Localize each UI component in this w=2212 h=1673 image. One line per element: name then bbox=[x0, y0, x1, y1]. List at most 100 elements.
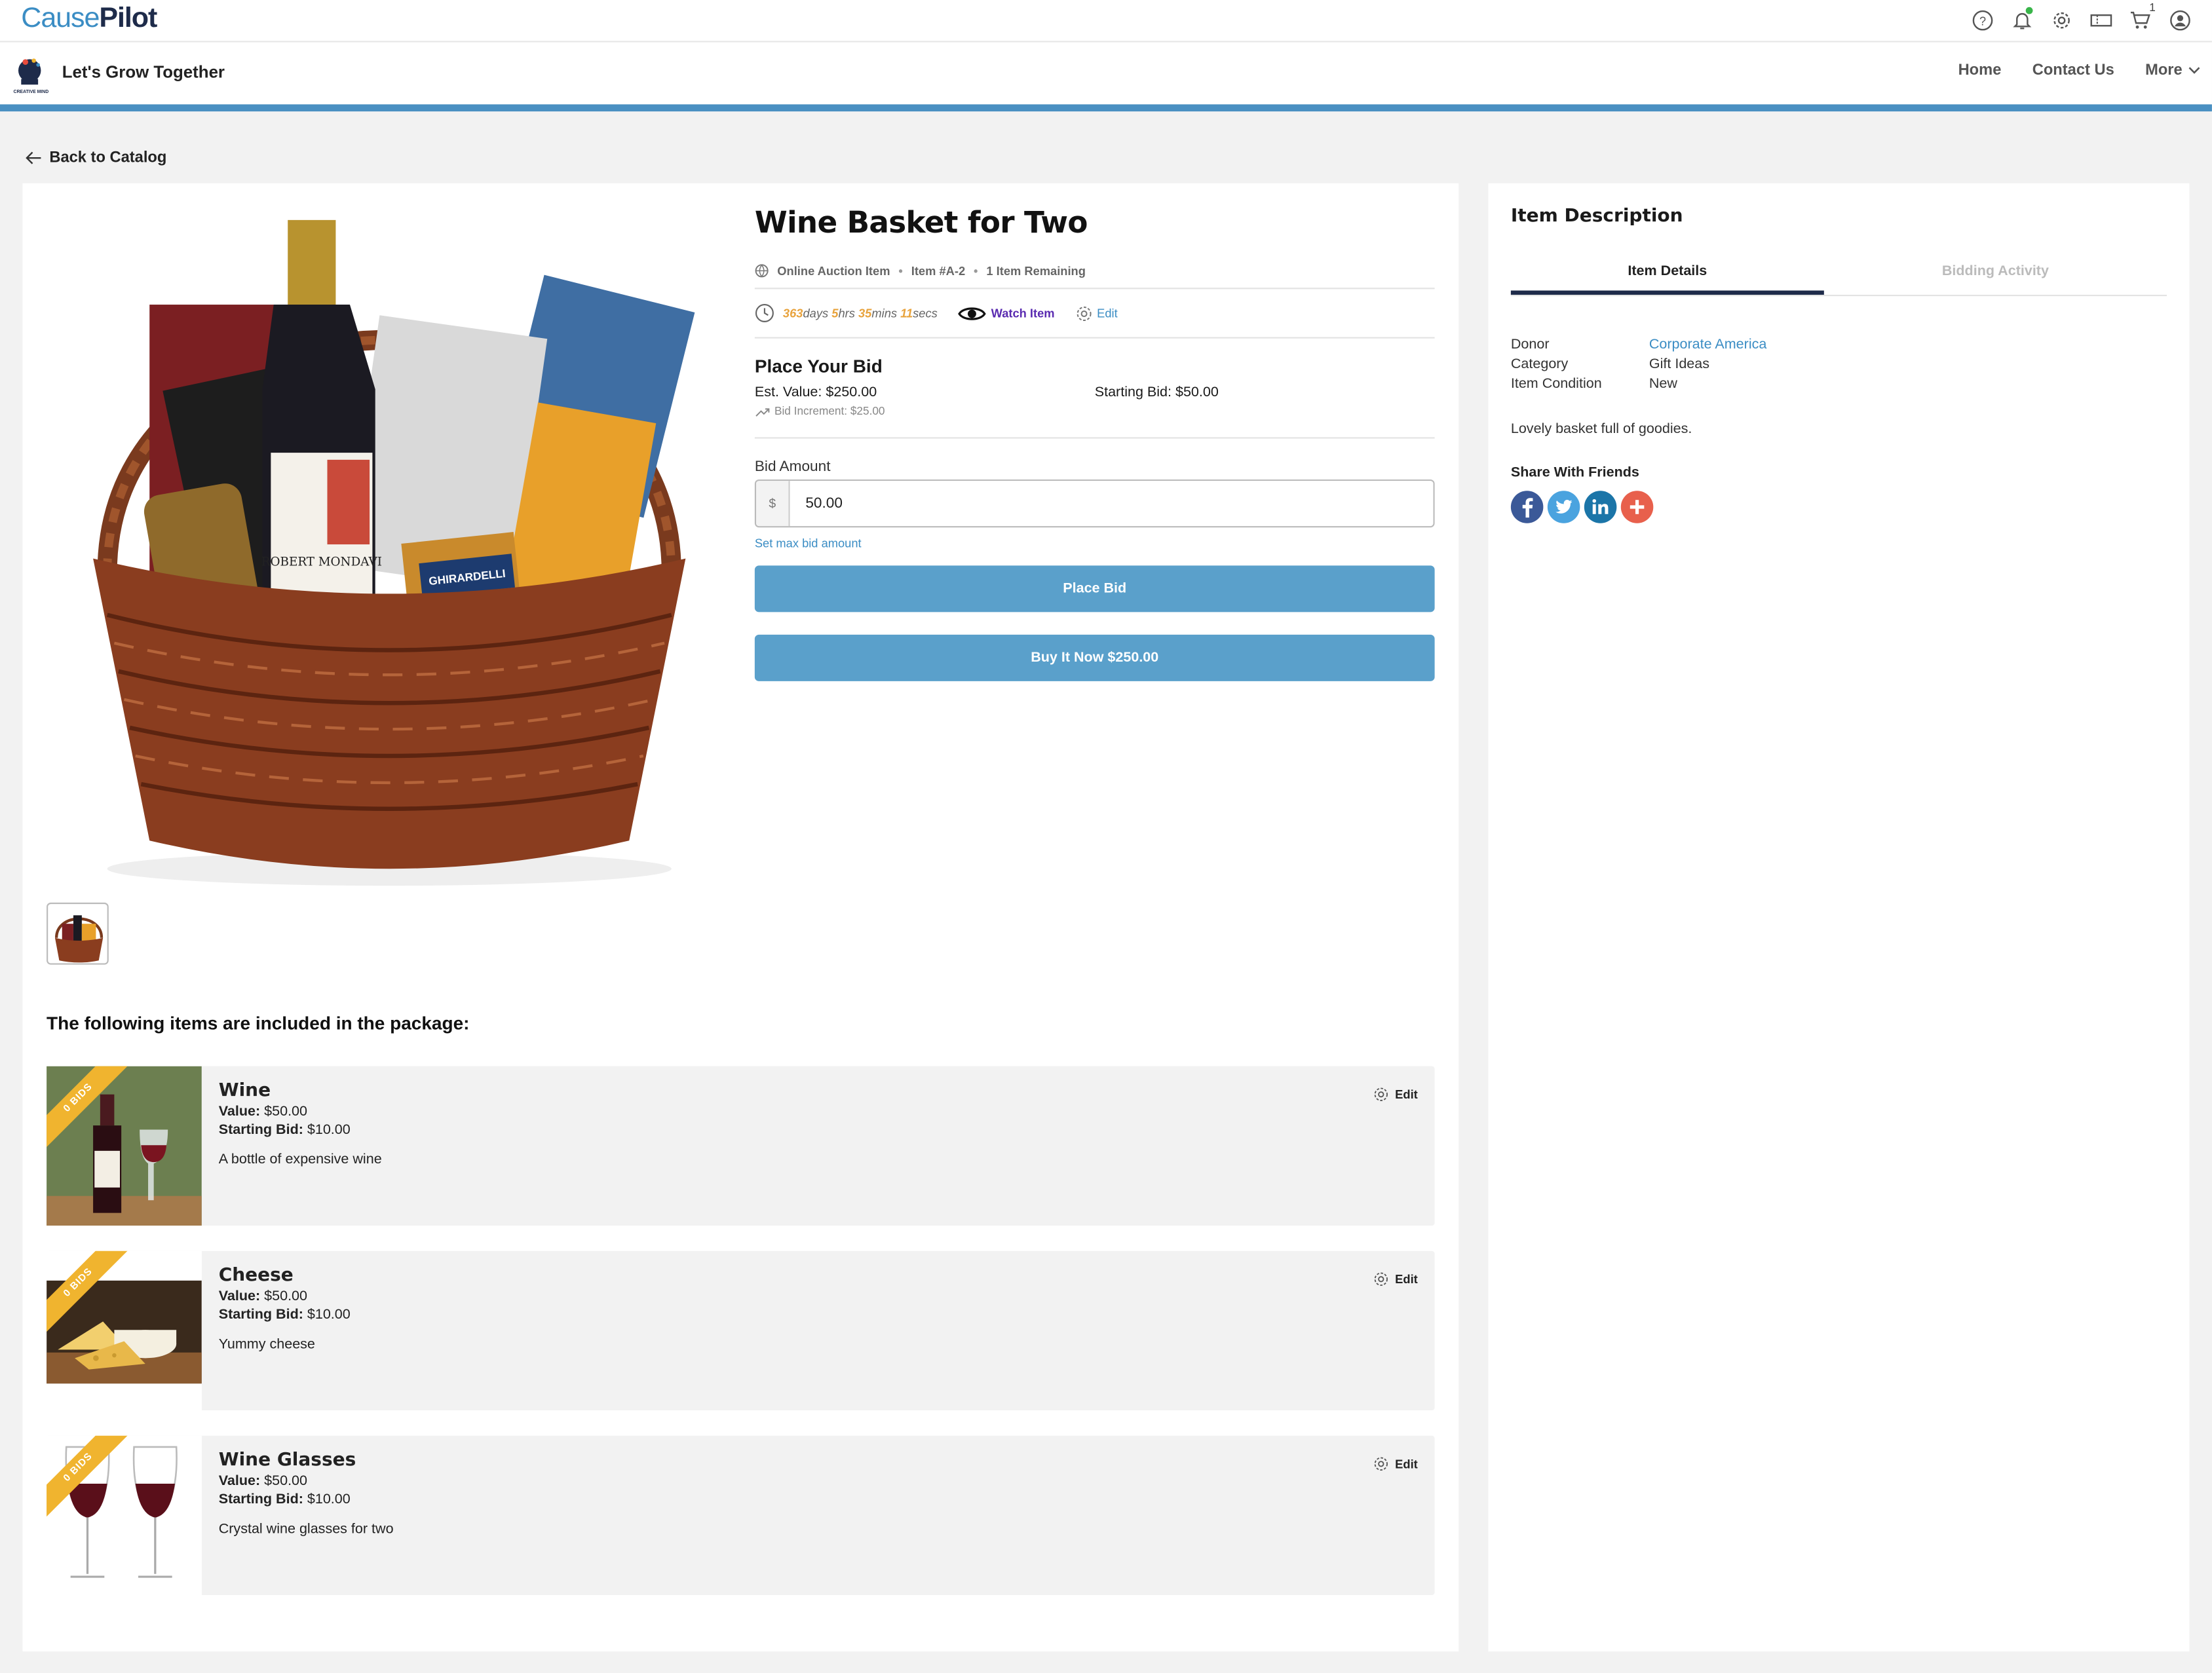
trend-up-icon bbox=[755, 407, 770, 416]
package-item-edit-label: Edit bbox=[1395, 1272, 1418, 1287]
currency-addon: $ bbox=[756, 481, 790, 527]
help-icon[interactable]: ? bbox=[1970, 7, 1995, 33]
gear-icon bbox=[1374, 1087, 1388, 1101]
item-hero-image: ROBERT MONDAVI GHIRARDELLI bbox=[51, 206, 728, 897]
package-item-image: 0 BIDS bbox=[47, 1435, 202, 1596]
back-label: Back to Catalog bbox=[49, 149, 167, 167]
package-item-description: A bottle of expensive wine bbox=[218, 1152, 382, 1168]
buy-it-now-button[interactable]: Buy It Now $250.00 bbox=[754, 634, 1435, 681]
nav-contact[interactable]: Contact Us bbox=[2032, 62, 2114, 79]
gear-icon bbox=[1374, 1457, 1388, 1471]
nav-home[interactable]: Home bbox=[1958, 62, 2002, 79]
cart-count: 1 bbox=[2149, 1, 2156, 14]
package-item-body: Wine Value: $50.00 Starting Bid: $10.00 … bbox=[219, 1080, 382, 1167]
countdown-timer: 363days 5hrs 35mins 11secs bbox=[782, 306, 938, 320]
org-name: Let's Grow Together bbox=[62, 62, 225, 82]
description-tabs: Item Details Bidding Activity bbox=[1510, 257, 2167, 297]
bid-amount-input[interactable] bbox=[790, 481, 1434, 527]
edit-item-link[interactable]: Edit bbox=[1075, 304, 1118, 322]
package-item-edit-link[interactable]: Edit bbox=[1373, 1086, 1418, 1103]
bid-amount-field: $ bbox=[754, 479, 1435, 528]
divider bbox=[754, 437, 1435, 439]
package-item: 0 BIDS Wine Glasses Value: $50.00 Starti… bbox=[47, 1435, 1435, 1596]
main-nav: Home Contact Us More bbox=[1958, 62, 2201, 79]
tab-item-details[interactable]: Item Details bbox=[1510, 257, 1824, 295]
package-item-description: Yummy cheese bbox=[218, 1337, 315, 1353]
back-to-catalog-link[interactable]: Back to Catalog bbox=[26, 149, 167, 166]
bell-icon[interactable] bbox=[2009, 7, 2034, 33]
starting-bid: Starting Bid: $50.00 bbox=[1094, 385, 1219, 401]
detail-row-condition: Item Condition New bbox=[1511, 375, 1767, 395]
package-item-value: Value: $50.00 bbox=[218, 1288, 308, 1305]
package-item-edit-link[interactable]: Edit bbox=[1373, 1456, 1418, 1473]
org-header: CREATIVE MIND Let's Grow Together Home C… bbox=[0, 42, 2212, 105]
cart-icon[interactable]: 1 bbox=[2127, 1, 2156, 33]
item-details-list: Donor Corporate America Category Gift Id… bbox=[1511, 335, 1767, 394]
package-item-value: Value: $50.00 bbox=[218, 1473, 308, 1490]
top-bar: CausePilot ? 1 bbox=[0, 0, 2212, 43]
package-item-edit-link[interactable]: Edit bbox=[1373, 1271, 1418, 1288]
watch-item-button[interactable]: Watch Item bbox=[957, 304, 1055, 322]
bid-increment-text: Bid Increment: $25.00 bbox=[774, 404, 885, 418]
item-number: Item #A-2 bbox=[911, 263, 966, 278]
divider bbox=[754, 337, 1435, 339]
est-value: Est. Value: $250.00 bbox=[754, 385, 877, 401]
facebook-icon[interactable] bbox=[1510, 491, 1544, 523]
package-item-value: Value: $50.00 bbox=[218, 1104, 308, 1120]
social-share-buttons bbox=[1510, 491, 1654, 523]
item-description-text: Lovely basket full of goodies. bbox=[1510, 421, 1692, 438]
bid-amount-label: Bid Amount bbox=[754, 458, 831, 476]
package-item-name: Wine Glasses bbox=[218, 1450, 356, 1471]
accent-bar bbox=[0, 104, 2212, 112]
donor-link[interactable]: Corporate America bbox=[1649, 335, 1767, 355]
clock-icon bbox=[755, 303, 774, 322]
eye-icon bbox=[957, 307, 985, 320]
linkedin-icon[interactable] bbox=[1584, 491, 1617, 523]
arrow-left-icon bbox=[26, 151, 41, 164]
org-logo[interactable]: CREATIVE MIND bbox=[9, 51, 54, 96]
item-info: Wine Basket for Two Online Auction Item … bbox=[754, 206, 1435, 681]
item-title: Wine Basket for Two bbox=[754, 206, 1088, 240]
plus-share-icon[interactable] bbox=[1620, 491, 1654, 523]
gear-icon[interactable] bbox=[2048, 7, 2074, 33]
nav-more-label: More bbox=[2145, 62, 2183, 79]
package-item-edit-label: Edit bbox=[1395, 1087, 1418, 1102]
detail-value: New bbox=[1649, 376, 1677, 392]
causepilot-logo[interactable]: CausePilot bbox=[21, 3, 157, 35]
nav-more[interactable]: More bbox=[2145, 62, 2201, 79]
edit-item-label: Edit bbox=[1097, 306, 1118, 320]
notification-dot bbox=[2025, 7, 2033, 14]
package-item-body: Wine Glasses Value: $50.00 Starting Bid:… bbox=[219, 1450, 394, 1537]
gear-icon bbox=[1076, 305, 1091, 320]
package-item-starting-bid: Starting Bid: $10.00 bbox=[218, 1307, 351, 1323]
detail-key: Item Condition bbox=[1510, 376, 1602, 392]
svg-text:CREATIVE MIND: CREATIVE MIND bbox=[13, 90, 48, 94]
set-max-bid-link[interactable]: Set max bid amount bbox=[755, 536, 1435, 550]
bid-values: Est. Value: $250.00 Starting Bid: $50.00 bbox=[755, 385, 1435, 401]
item-remaining: 1 Item Remaining bbox=[986, 263, 1086, 278]
image-thumbnail[interactable] bbox=[47, 902, 109, 965]
user-icon[interactable] bbox=[2167, 7, 2192, 33]
meta-separator: • bbox=[974, 263, 978, 278]
top-icons: ? 1 bbox=[1970, 1, 2192, 33]
tab-bidding-activity[interactable]: Bidding Activity bbox=[1824, 257, 2167, 295]
timer-row: 363days 5hrs 35mins 11secs Watch Item Ed… bbox=[755, 289, 1435, 337]
package-item-starting-bid: Starting Bid: $10.00 bbox=[218, 1492, 351, 1508]
place-bid-heading: Place Your Bid bbox=[754, 355, 883, 377]
ticket-icon[interactable] bbox=[2088, 7, 2113, 33]
item-main-panel: ROBERT MONDAVI GHIRARDELLI Wine Basket f… bbox=[22, 183, 1459, 1652]
detail-row-donor: Donor Corporate America bbox=[1511, 335, 1767, 355]
watch-item-label: Watch Item bbox=[991, 306, 1055, 320]
package-item-image: 0 BIDS bbox=[47, 1066, 202, 1226]
package-item: 0 BIDS Cheese Value: $50.00 Starting Bid… bbox=[47, 1250, 1435, 1410]
twitter-icon[interactable] bbox=[1547, 491, 1580, 523]
package-item-edit-label: Edit bbox=[1395, 1457, 1418, 1471]
place-bid-button[interactable]: Place Bid bbox=[754, 565, 1435, 612]
detail-key: Donor bbox=[1510, 337, 1550, 353]
item-description-title: Item Description bbox=[1510, 206, 1683, 227]
package-heading: The following items are included in the … bbox=[47, 1012, 470, 1034]
item-description-panel: Item Description Item Details Bidding Ac… bbox=[1488, 183, 2190, 1652]
detail-row-category: Category Gift Ideas bbox=[1511, 356, 1767, 375]
gear-icon bbox=[1374, 1272, 1388, 1286]
svg-text:?: ? bbox=[1979, 14, 1985, 27]
